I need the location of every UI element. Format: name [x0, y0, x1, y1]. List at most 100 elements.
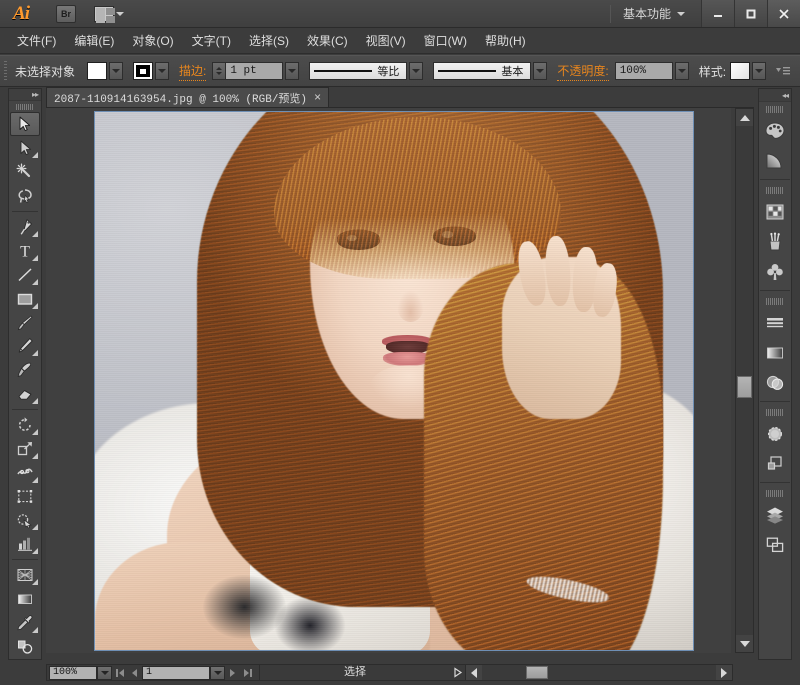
tool-lasso[interactable] [10, 184, 40, 208]
chevron-down-icon[interactable] [677, 12, 685, 16]
horizontal-scroll-thumb[interactable] [526, 666, 548, 679]
zoom-level-input[interactable]: 100% [49, 666, 97, 680]
next-artboard-button[interactable] [225, 666, 240, 680]
stroke-weight-control[interactable]: 1 pt [212, 62, 299, 80]
last-artboard-button[interactable] [240, 666, 255, 680]
dock-group-grip[interactable] [766, 106, 784, 113]
close-button[interactable] [767, 0, 800, 27]
tool-paintbrush[interactable] [10, 311, 40, 335]
tool-flyout-indicator[interactable] [32, 398, 38, 404]
tool-perspective-grid[interactable] [10, 563, 40, 587]
dock-group-grip[interactable] [766, 187, 784, 194]
artboard-dropdown-button[interactable] [210, 666, 225, 680]
scroll-left-button[interactable] [466, 665, 482, 680]
tool-shape-builder[interactable] [10, 509, 40, 533]
tool-gradient[interactable] [10, 587, 40, 611]
fill-control[interactable] [87, 62, 123, 80]
menu-view[interactable]: 视图(V) [357, 29, 415, 52]
menu-edit[interactable]: 编辑(E) [65, 29, 123, 52]
control-panel-menu-button[interactable] [774, 62, 792, 80]
status-menu-button[interactable] [450, 665, 465, 680]
brush-definition-combo[interactable]: 基本 [433, 62, 531, 80]
collapse-panel-icon[interactable]: ◂◂ [782, 91, 788, 100]
tool-pencil[interactable] [10, 334, 40, 358]
tool-scale[interactable] [10, 437, 40, 461]
tool-line-segment[interactable] [10, 263, 40, 287]
tool-flyout-indicator[interactable] [32, 453, 38, 459]
panel-swatches[interactable] [760, 197, 790, 227]
tool-flyout-indicator[interactable] [32, 524, 38, 530]
menu-help[interactable]: 帮助(H) [476, 29, 535, 52]
stroke-weight-stepper[interactable] [212, 62, 225, 80]
graphic-style-swatch[interactable] [730, 62, 750, 80]
minimize-button[interactable] [701, 0, 734, 27]
width-profile-dropdown-button[interactable] [409, 62, 423, 80]
status-indicator-text[interactable]: 选择 [259, 665, 450, 680]
tool-rectangle[interactable] [10, 287, 40, 311]
tool-blob-brush[interactable] [10, 358, 40, 382]
go-to-bridge-button[interactable]: Br [56, 5, 76, 23]
tool-column-graph[interactable] [10, 532, 40, 556]
first-artboard-button[interactable] [112, 666, 127, 680]
vertical-scroll-thumb[interactable] [737, 376, 752, 398]
tool-rotate[interactable] [10, 413, 40, 437]
fill-swatch[interactable] [87, 62, 107, 80]
panel-color[interactable] [760, 116, 790, 146]
tool-blend[interactable] [10, 635, 40, 659]
zoom-level-dropdown-button[interactable] [97, 666, 112, 680]
workspace-switcher[interactable]: 基本功能 [610, 5, 677, 23]
placed-image[interactable] [95, 112, 693, 650]
brush-definition-control[interactable]: 基本 [433, 62, 547, 80]
document-canvas[interactable] [46, 108, 731, 653]
tool-magic-wand[interactable] [10, 160, 40, 184]
expand-panel-icon[interactable]: ▸▸ [32, 90, 38, 99]
stroke-swatch[interactable] [133, 62, 153, 80]
tool-free-transform[interactable] [10, 485, 40, 509]
stroke-dropdown-button[interactable] [155, 62, 169, 80]
maximize-button[interactable] [734, 0, 767, 27]
horizontal-scrollbar[interactable] [465, 664, 733, 681]
tool-flyout-indicator[interactable] [32, 279, 38, 285]
tools-panel-grip[interactable] [16, 104, 34, 110]
width-profile-combo[interactable]: 等比 [309, 62, 407, 80]
control-bar-grip[interactable] [3, 61, 9, 81]
artboard-number-input[interactable]: 1 [142, 666, 210, 680]
panel-appearance[interactable] [760, 419, 790, 449]
brush-definition-dropdown-button[interactable] [533, 62, 547, 80]
menu-window[interactable]: 窗口(W) [415, 29, 476, 52]
vertical-scrollbar[interactable] [735, 108, 754, 653]
tool-eyedropper[interactable] [10, 611, 40, 635]
tool-selection[interactable] [10, 112, 40, 136]
tool-flyout-indicator[interactable] [32, 429, 38, 435]
stroke-control[interactable] [133, 62, 169, 80]
scroll-down-button[interactable] [736, 635, 753, 652]
opacity-dropdown-button[interactable] [675, 62, 689, 80]
tool-width[interactable] [10, 461, 40, 485]
tool-flyout-indicator[interactable] [32, 303, 38, 309]
panel-stroke[interactable] [760, 308, 790, 338]
stroke-weight-input[interactable]: 1 pt [225, 62, 283, 80]
graphic-style-dropdown-button[interactable] [752, 62, 766, 80]
close-icon[interactable]: × [314, 92, 321, 104]
tools-panel-header[interactable]: ▸▸ [9, 89, 41, 101]
scroll-right-button[interactable] [716, 665, 732, 680]
document-tab[interactable]: 2087-110914163954.jpg @ 100% (RGB/预览) × [46, 87, 329, 107]
stroke-weight-dropdown-button[interactable] [285, 62, 299, 80]
dock-group-grip[interactable] [766, 490, 784, 497]
panel-brushes[interactable] [760, 227, 790, 257]
opacity-input[interactable]: 100% [615, 62, 673, 80]
menu-type[interactable]: 文字(T) [183, 29, 240, 52]
opacity-label[interactable]: 不透明度: [557, 62, 608, 81]
panel-color-guide[interactable] [760, 146, 790, 176]
tool-direct-selection[interactable] [10, 136, 40, 160]
width-profile-control[interactable]: 等比 [309, 62, 423, 80]
arrange-documents-button[interactable] [94, 6, 124, 22]
menu-effect[interactable]: 效果(C) [298, 29, 357, 52]
panel-layers[interactable] [760, 500, 790, 530]
tool-pen[interactable] [10, 215, 40, 239]
panel-symbols[interactable] [760, 257, 790, 287]
panel-graphic-styles[interactable] [760, 449, 790, 479]
opacity-control[interactable]: 100% [615, 62, 689, 80]
tool-eraser[interactable] [10, 382, 40, 406]
menu-object[interactable]: 对象(O) [123, 29, 182, 52]
